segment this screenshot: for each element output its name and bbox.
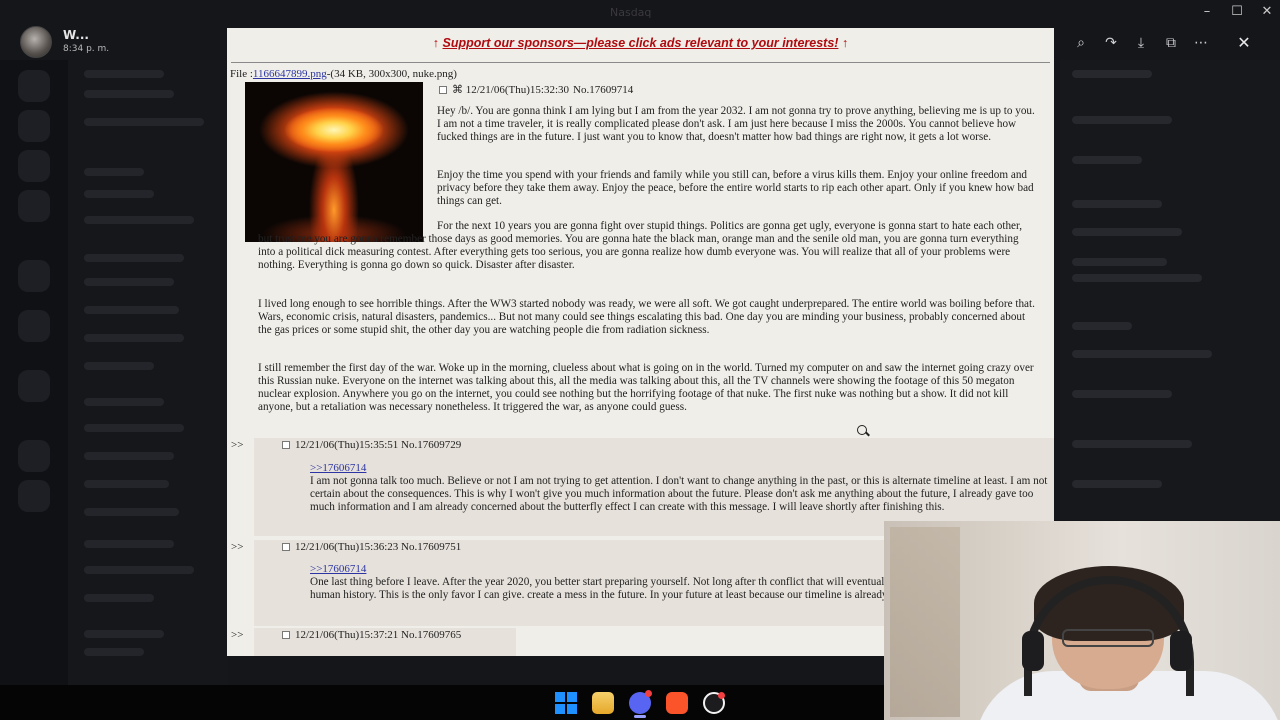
download-icon[interactable]: ⤓ [1130, 32, 1152, 54]
member-panel [1060, 60, 1280, 520]
zoom-in-icon[interactable]: ⌕ [1070, 32, 1092, 54]
window-titlebar: Nasdaq – ☐ ✕ [0, 0, 1280, 30]
checkbox[interactable] [282, 441, 290, 450]
quote-link[interactable]: >>17606714 [310, 462, 366, 474]
notification-badge [718, 692, 725, 699]
forward-icon[interactable]: ↷ [1100, 32, 1122, 54]
minimize-icon[interactable]: – [1196, 4, 1218, 19]
op-paragraph-2: Enjoy the time you spend with your frien… [437, 169, 1034, 207]
file-explorer-icon[interactable] [592, 692, 614, 714]
file-icon: ⌘ [452, 84, 463, 96]
uploader-name[interactable]: W... [63, 28, 89, 42]
reply-arrow: >> [231, 629, 244, 641]
channel-list [68, 60, 228, 685]
active-app-indicator [634, 715, 646, 718]
op-paragraph-1: Hey /b/. You are gonna think I am lying … [437, 105, 1035, 143]
op-header: ⌘ 12/21/06(Thu)15:32:30 No.17609714 [439, 83, 633, 96]
more-icon[interactable]: ⋯ [1190, 32, 1212, 54]
reply-text: I am not gonna talk too much. Believe or… [310, 475, 1048, 513]
windows-start-icon[interactable] [555, 692, 577, 714]
op-paragraph-4: I lived long enough to see horrible thin… [258, 298, 1035, 336]
reply-arrow: >> [231, 439, 244, 451]
taskbar [0, 685, 884, 720]
checkbox[interactable] [439, 86, 447, 95]
reply-arrow: >> [231, 541, 244, 553]
zoom-cursor-icon [857, 425, 867, 435]
upload-time: 8:34 p. m. [63, 44, 110, 54]
window-close-icon[interactable]: ✕ [1256, 4, 1278, 19]
op-paragraph-5: I still remember the first day of the wa… [258, 362, 1034, 413]
checkbox[interactable] [282, 631, 290, 640]
divider [231, 62, 1050, 63]
close-icon[interactable]: ✕ [1233, 32, 1255, 54]
reply-header: 12/21/06(Thu)15:35:51 No.17609729 [282, 439, 461, 451]
open-external-icon[interactable]: ⧉ [1160, 32, 1182, 54]
window-title: Nasdaq [610, 6, 652, 19]
brave-browser-icon[interactable] [666, 692, 688, 714]
screen: Nasdaq – ☐ ✕ W... 8:34 p. m. ⌕ ↷ ⤓ ⧉ ⋯ ✕… [0, 0, 1280, 720]
op-datetime: 12/21/06(Thu)15:32:30 [465, 84, 570, 96]
sponsor-banner: ↑ Support our sponsors—please click ads … [432, 36, 849, 50]
file-info: File :1166647899.png-(34 KB, 300x300, nu… [230, 68, 457, 80]
op-number: No.17609714 [573, 84, 634, 96]
reply-header: 12/21/06(Thu)15:36:23 No.17609751 [282, 541, 461, 553]
reply-post: 12/21/06(Thu)15:37:21 No.17609765 [254, 628, 516, 656]
notification-badge [645, 690, 652, 697]
op-paragraph-3: For the next 10 years you are gonna figh… [258, 220, 1023, 271]
avatar[interactable] [20, 26, 52, 58]
file-link[interactable]: 1166647899.png [253, 68, 327, 80]
webcam-overlay [884, 521, 1280, 720]
server-list [0, 60, 68, 685]
nuke-thumbnail[interactable] [245, 82, 423, 242]
checkbox[interactable] [282, 543, 290, 552]
maximize-icon[interactable]: ☐ [1226, 4, 1248, 19]
quote-link[interactable]: >>17606714 [310, 563, 366, 575]
reply-header: 12/21/06(Thu)15:37:21 No.17609765 [282, 629, 461, 641]
